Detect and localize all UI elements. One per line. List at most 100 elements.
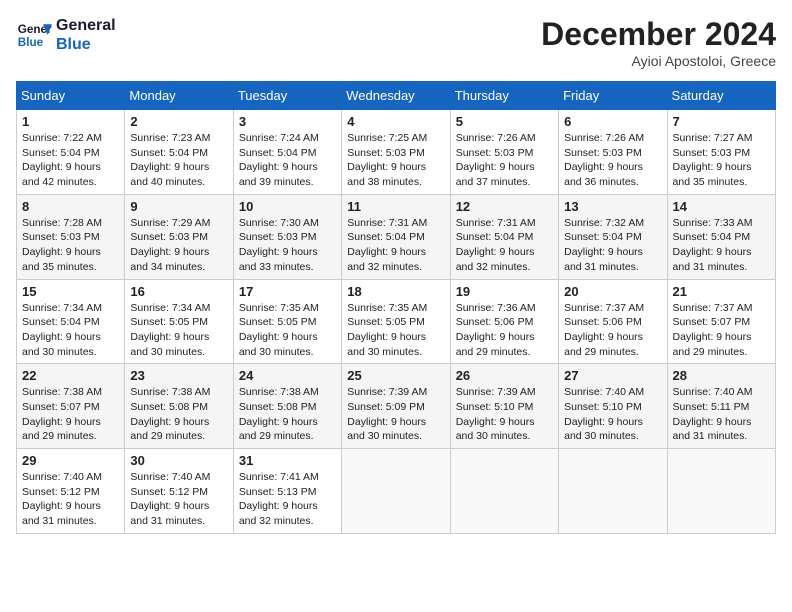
- calendar-cell: 19Sunrise: 7:36 AM Sunset: 5:06 PM Dayli…: [450, 279, 558, 364]
- calendar-week: 15Sunrise: 7:34 AM Sunset: 5:04 PM Dayli…: [17, 279, 776, 364]
- day-number: 3: [239, 114, 336, 129]
- day-number: 10: [239, 199, 336, 214]
- day-info: Sunrise: 7:26 AM Sunset: 5:03 PM Dayligh…: [456, 131, 553, 190]
- day-info: Sunrise: 7:40 AM Sunset: 5:10 PM Dayligh…: [564, 385, 661, 444]
- logo: General Blue General Blue: [16, 16, 116, 54]
- day-info: Sunrise: 7:38 AM Sunset: 5:07 PM Dayligh…: [22, 385, 119, 444]
- day-info: Sunrise: 7:32 AM Sunset: 5:04 PM Dayligh…: [564, 216, 661, 275]
- day-info: Sunrise: 7:27 AM Sunset: 5:03 PM Dayligh…: [673, 131, 770, 190]
- day-info: Sunrise: 7:26 AM Sunset: 5:03 PM Dayligh…: [564, 131, 661, 190]
- svg-text:Blue: Blue: [18, 36, 44, 49]
- calendar-cell: 3 Sunrise: 7:24 AM Sunset: 5:04 PM Daylig…: [233, 110, 341, 195]
- day-number: 26: [456, 368, 553, 383]
- calendar-table: SundayMondayTuesdayWednesdayThursdayFrid…: [16, 81, 776, 534]
- day-number: 31: [239, 453, 336, 468]
- logo-icon: General Blue: [16, 17, 52, 53]
- header: General Blue General Blue December 2024 …: [16, 16, 776, 69]
- day-info: Sunrise: 7:24 AM Sunset: 5:04 PM Dayligh…: [239, 131, 336, 190]
- calendar-cell: 5 Sunrise: 7:26 AM Sunset: 5:03 PM Daylig…: [450, 110, 558, 195]
- calendar-cell: 17Sunrise: 7:35 AM Sunset: 5:05 PM Dayli…: [233, 279, 341, 364]
- day-info: Sunrise: 7:40 AM Sunset: 5:12 PM Dayligh…: [130, 470, 227, 529]
- day-info: Sunrise: 7:37 AM Sunset: 5:07 PM Dayligh…: [673, 301, 770, 360]
- month-year: December 2024: [541, 16, 776, 53]
- day-number: 4: [347, 114, 444, 129]
- calendar-cell: 11Sunrise: 7:31 AM Sunset: 5:04 PM Dayli…: [342, 194, 450, 279]
- calendar-cell: 29Sunrise: 7:40 AM Sunset: 5:12 PM Dayli…: [17, 449, 125, 534]
- calendar-cell: 6 Sunrise: 7:26 AM Sunset: 5:03 PM Daylig…: [559, 110, 667, 195]
- day-number: 2: [130, 114, 227, 129]
- day-info: Sunrise: 7:41 AM Sunset: 5:13 PM Dayligh…: [239, 470, 336, 529]
- day-info: Sunrise: 7:23 AM Sunset: 5:04 PM Dayligh…: [130, 131, 227, 190]
- weekday-header: Tuesday: [233, 82, 341, 110]
- day-number: 12: [456, 199, 553, 214]
- calendar-cell: 10 Sunrise: 7:30 AM Sunset: 5:03 PM Dayli…: [233, 194, 341, 279]
- weekday-header: Wednesday: [342, 82, 450, 110]
- calendar-cell: [342, 449, 450, 534]
- day-number: 22: [22, 368, 119, 383]
- logo-line1: General: [56, 16, 116, 35]
- calendar-cell: 4 Sunrise: 7:25 AM Sunset: 5:03 PM Daylig…: [342, 110, 450, 195]
- day-info: Sunrise: 7:25 AM Sunset: 5:03 PM Dayligh…: [347, 131, 444, 190]
- calendar-cell: [559, 449, 667, 534]
- calendar-cell: 9 Sunrise: 7:29 AM Sunset: 5:03 PM Daylig…: [125, 194, 233, 279]
- day-info: Sunrise: 7:31 AM Sunset: 5:04 PM Dayligh…: [456, 216, 553, 275]
- day-number: 19: [456, 284, 553, 299]
- calendar-body: 1 Sunrise: 7:22 AM Sunset: 5:04 PM Daylig…: [17, 110, 776, 534]
- calendar-cell: [450, 449, 558, 534]
- calendar-cell: 23Sunrise: 7:38 AM Sunset: 5:08 PM Dayli…: [125, 364, 233, 449]
- day-number: 18: [347, 284, 444, 299]
- day-number: 20: [564, 284, 661, 299]
- day-info: Sunrise: 7:40 AM Sunset: 5:12 PM Dayligh…: [22, 470, 119, 529]
- weekday-header: Friday: [559, 82, 667, 110]
- day-info: Sunrise: 7:35 AM Sunset: 5:05 PM Dayligh…: [239, 301, 336, 360]
- day-info: Sunrise: 7:28 AM Sunset: 5:03 PM Dayligh…: [22, 216, 119, 275]
- day-info: Sunrise: 7:34 AM Sunset: 5:04 PM Dayligh…: [22, 301, 119, 360]
- calendar-cell: 22 Sunrise: 7:38 AM Sunset: 5:07 PM Dayli…: [17, 364, 125, 449]
- day-info: Sunrise: 7:39 AM Sunset: 5:09 PM Dayligh…: [347, 385, 444, 444]
- calendar-cell: 8Sunrise: 7:28 AM Sunset: 5:03 PM Daylig…: [17, 194, 125, 279]
- calendar-cell: 12 Sunrise: 7:31 AM Sunset: 5:04 PM Dayli…: [450, 194, 558, 279]
- day-info: Sunrise: 7:39 AM Sunset: 5:10 PM Dayligh…: [456, 385, 553, 444]
- weekday-header: Thursday: [450, 82, 558, 110]
- calendar-cell: 13Sunrise: 7:32 AM Sunset: 5:04 PM Dayli…: [559, 194, 667, 279]
- calendar-cell: 16 Sunrise: 7:34 AM Sunset: 5:05 PM Dayli…: [125, 279, 233, 364]
- day-number: 5: [456, 114, 553, 129]
- day-number: 14: [673, 199, 770, 214]
- day-number: 6: [564, 114, 661, 129]
- day-info: Sunrise: 7:38 AM Sunset: 5:08 PM Dayligh…: [130, 385, 227, 444]
- calendar-cell: 1 Sunrise: 7:22 AM Sunset: 5:04 PM Daylig…: [17, 110, 125, 195]
- day-number: 30: [130, 453, 227, 468]
- calendar-cell: 20Sunrise: 7:37 AM Sunset: 5:06 PM Dayli…: [559, 279, 667, 364]
- calendar-cell: 30 Sunrise: 7:40 AM Sunset: 5:12 PM Dayli…: [125, 449, 233, 534]
- day-number: 16: [130, 284, 227, 299]
- day-info: Sunrise: 7:40 AM Sunset: 5:11 PM Dayligh…: [673, 385, 770, 444]
- day-number: 28: [673, 368, 770, 383]
- day-info: Sunrise: 7:30 AM Sunset: 5:03 PM Dayligh…: [239, 216, 336, 275]
- day-number: 27: [564, 368, 661, 383]
- calendar-cell: 14 Sunrise: 7:33 AM Sunset: 5:04 PM Dayli…: [667, 194, 775, 279]
- weekday-header: Monday: [125, 82, 233, 110]
- calendar-cell: 21Sunrise: 7:37 AM Sunset: 5:07 PM Dayli…: [667, 279, 775, 364]
- calendar-week: 1 Sunrise: 7:22 AM Sunset: 5:04 PM Daylig…: [17, 110, 776, 195]
- calendar-cell: 2 Sunrise: 7:23 AM Sunset: 5:04 PM Daylig…: [125, 110, 233, 195]
- calendar-header: SundayMondayTuesdayWednesdayThursdayFrid…: [17, 82, 776, 110]
- day-info: Sunrise: 7:33 AM Sunset: 5:04 PM Dayligh…: [673, 216, 770, 275]
- weekday-row: SundayMondayTuesdayWednesdayThursdayFrid…: [17, 82, 776, 110]
- calendar-cell: 31 Sunrise: 7:41 AM Sunset: 5:13 PM Dayli…: [233, 449, 341, 534]
- calendar-cell: 28 Sunrise: 7:40 AM Sunset: 5:11 PM Dayli…: [667, 364, 775, 449]
- day-number: 7: [673, 114, 770, 129]
- day-info: Sunrise: 7:22 AM Sunset: 5:04 PM Dayligh…: [22, 131, 119, 190]
- day-info: Sunrise: 7:35 AM Sunset: 5:05 PM Dayligh…: [347, 301, 444, 360]
- day-number: 11: [347, 199, 444, 214]
- day-number: 9: [130, 199, 227, 214]
- day-number: 1: [22, 114, 119, 129]
- calendar-cell: 7 Sunrise: 7:27 AM Sunset: 5:03 PM Daylig…: [667, 110, 775, 195]
- day-info: Sunrise: 7:29 AM Sunset: 5:03 PM Dayligh…: [130, 216, 227, 275]
- day-info: Sunrise: 7:34 AM Sunset: 5:05 PM Dayligh…: [130, 301, 227, 360]
- day-number: 24: [239, 368, 336, 383]
- weekday-header: Saturday: [667, 82, 775, 110]
- calendar-cell: 18 Sunrise: 7:35 AM Sunset: 5:05 PM Dayli…: [342, 279, 450, 364]
- weekday-header: Sunday: [17, 82, 125, 110]
- calendar-week: 8Sunrise: 7:28 AM Sunset: 5:03 PM Daylig…: [17, 194, 776, 279]
- title-block: December 2024 Ayioi Apostoloi, Greece: [541, 16, 776, 69]
